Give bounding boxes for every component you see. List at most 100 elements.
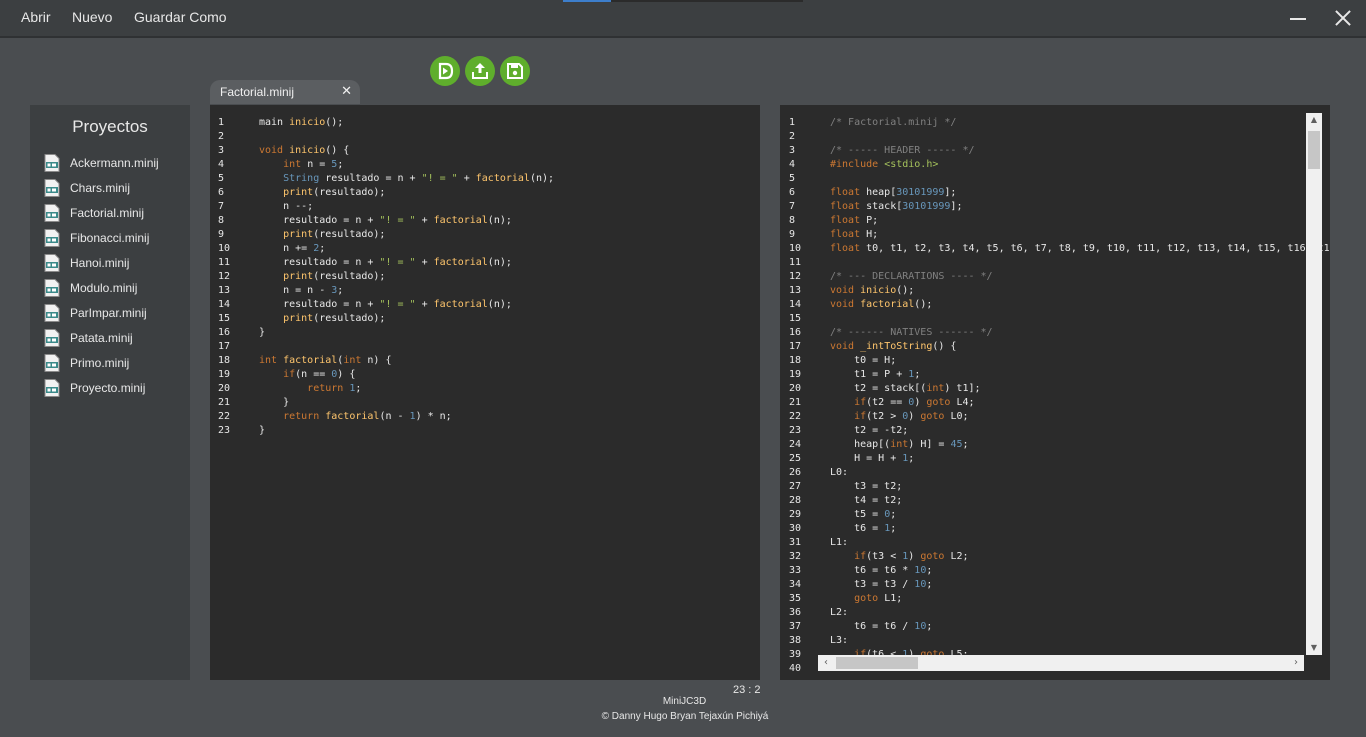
code-token: H; [866,229,879,240]
project-item[interactable]: Patata.minij [44,325,159,350]
line-text: t3 = t2; [830,480,902,494]
scrollbar-thumb[interactable] [1308,131,1320,169]
line-number: 11 [218,257,231,268]
line-number: 34 [789,579,802,590]
code-token: ) { [337,369,356,380]
code-token: (n); [487,215,512,226]
scrollbar-thumb[interactable] [836,657,918,669]
code-token: int [283,159,308,170]
code-token: float [830,243,867,254]
code-token: ) [914,397,927,408]
code-token: factorial [433,299,488,310]
code-token: (); [896,285,915,296]
menu-open[interactable]: Abrir [21,9,51,25]
line-number: 36 [789,607,802,618]
project-item[interactable]: Primo.minij [44,350,159,375]
project-item-label: Modulo.minij [70,280,138,295]
project-item[interactable]: Hanoi.minij [44,250,159,275]
line-text: t6 = t6 / 10; [830,620,932,634]
file-icon [44,378,60,397]
project-item[interactable]: Factorial.minij [44,200,159,225]
run-button[interactable] [430,56,460,86]
line-number: 2 [789,131,796,142]
output-code-pane[interactable]: 1/* Factorial.minij */2 3/* ----- HEADER … [780,105,1330,680]
line-number: 33 [789,565,802,576]
project-item[interactable]: Modulo.minij [44,275,159,300]
line-text: H = H + 1; [830,452,914,466]
code-token: t6 = t6 / [830,621,915,632]
code-token: int [926,383,945,394]
project-item[interactable]: Proyecto.minij [44,375,159,400]
line-text: n = n - 3; [259,284,343,298]
code-token: () { [932,341,957,352]
menu-save-as[interactable]: Guardar Como [134,9,227,25]
line-text: t0 = H; [830,354,896,368]
minimize-icon[interactable] [1285,5,1311,31]
line-number: 4 [218,159,225,170]
code-token: if [854,411,867,422]
scroll-down-icon[interactable]: ▼ [1306,641,1322,655]
code-token: + [415,215,434,226]
line-text: if(t3 < 1) goto L2; [830,550,968,564]
tab-close-icon[interactable]: ✕ [341,84,352,99]
save-button[interactable] [500,56,530,86]
line-text: t2 = stack[(int) t1]; [830,382,980,396]
code-token: ; [890,523,897,534]
scroll-right-icon[interactable]: › [1288,655,1304,671]
code-token: int [343,355,368,366]
line-text: /* ----- HEADER ----- */ [830,144,975,158]
code-token: void [259,145,290,156]
output-vertical-scrollbar[interactable]: ▲ ▼ [1306,113,1322,655]
code-token: stack[ [866,201,903,212]
line-number: 14 [789,299,802,310]
close-icon[interactable] [1330,5,1356,31]
line-text: void inicio(); [830,284,914,298]
line-number: 19 [218,369,231,380]
line-number: 19 [789,369,802,380]
scroll-up-icon[interactable]: ▲ [1306,113,1322,127]
code-token: ; [914,369,921,380]
line-text: float t0, t1, t2, t3, t4, t5, t6, t7, t8… [830,242,1330,256]
output-horizontal-scrollbar[interactable]: ‹ › [818,655,1304,671]
code-token: n += [259,243,314,254]
project-item-label: Ackermann.minij [70,155,159,170]
code-editor[interactable]: 1 main inicio(); 2 3 void inicio() {4 int n … [210,105,760,680]
line-text: float heap[30101999]; [830,186,956,200]
code-token: L4; [956,397,975,408]
project-item[interactable]: ParImpar.minij [44,300,159,325]
projects-panel: Proyectos Ackermann.minij Chars.minij Fact… [30,105,190,680]
project-item-label: Proyecto.minij [70,380,146,395]
code-token: t0, t1, t2, t3, t4, t5, t6, t7, t8, t9, … [866,243,1330,254]
code-token: void [830,299,861,310]
line-number: 20 [218,383,231,394]
tab-factorial[interactable]: Factorial.minij ✕ [210,80,360,104]
line-number: 39 [789,649,802,660]
code-token: resultado = n + [325,173,422,184]
line-text: /* --- DECLARATIONS ---- */ [830,270,993,284]
code-token: H = H + [830,453,903,464]
menu-new[interactable]: Nuevo [72,9,112,25]
code-token: (resultado); [313,271,386,282]
code-token: (t2 > [866,411,903,422]
project-item[interactable]: Ackermann.minij [44,150,159,175]
line-text: void _intToString() { [830,340,956,354]
line-text: print(resultado); [259,186,385,200]
upload-button[interactable] [465,56,495,86]
code-token: factorial [860,299,915,310]
scroll-left-icon[interactable]: ‹ [818,655,834,671]
projects-title: Proyectos [72,117,148,136]
project-item[interactable]: Chars.minij [44,175,159,200]
line-text: print(resultado); [259,228,385,242]
line-number: 28 [789,495,802,506]
line-number: 10 [218,243,231,254]
line-text: print(resultado); [259,270,385,284]
code-token: inicio [289,117,326,128]
line-number: 2 [218,131,225,142]
line-number: 5 [218,173,225,184]
line-number: 32 [789,551,802,562]
code-token: _intToString [860,341,933,352]
project-item[interactable]: Fibonacci.minij [44,225,159,250]
